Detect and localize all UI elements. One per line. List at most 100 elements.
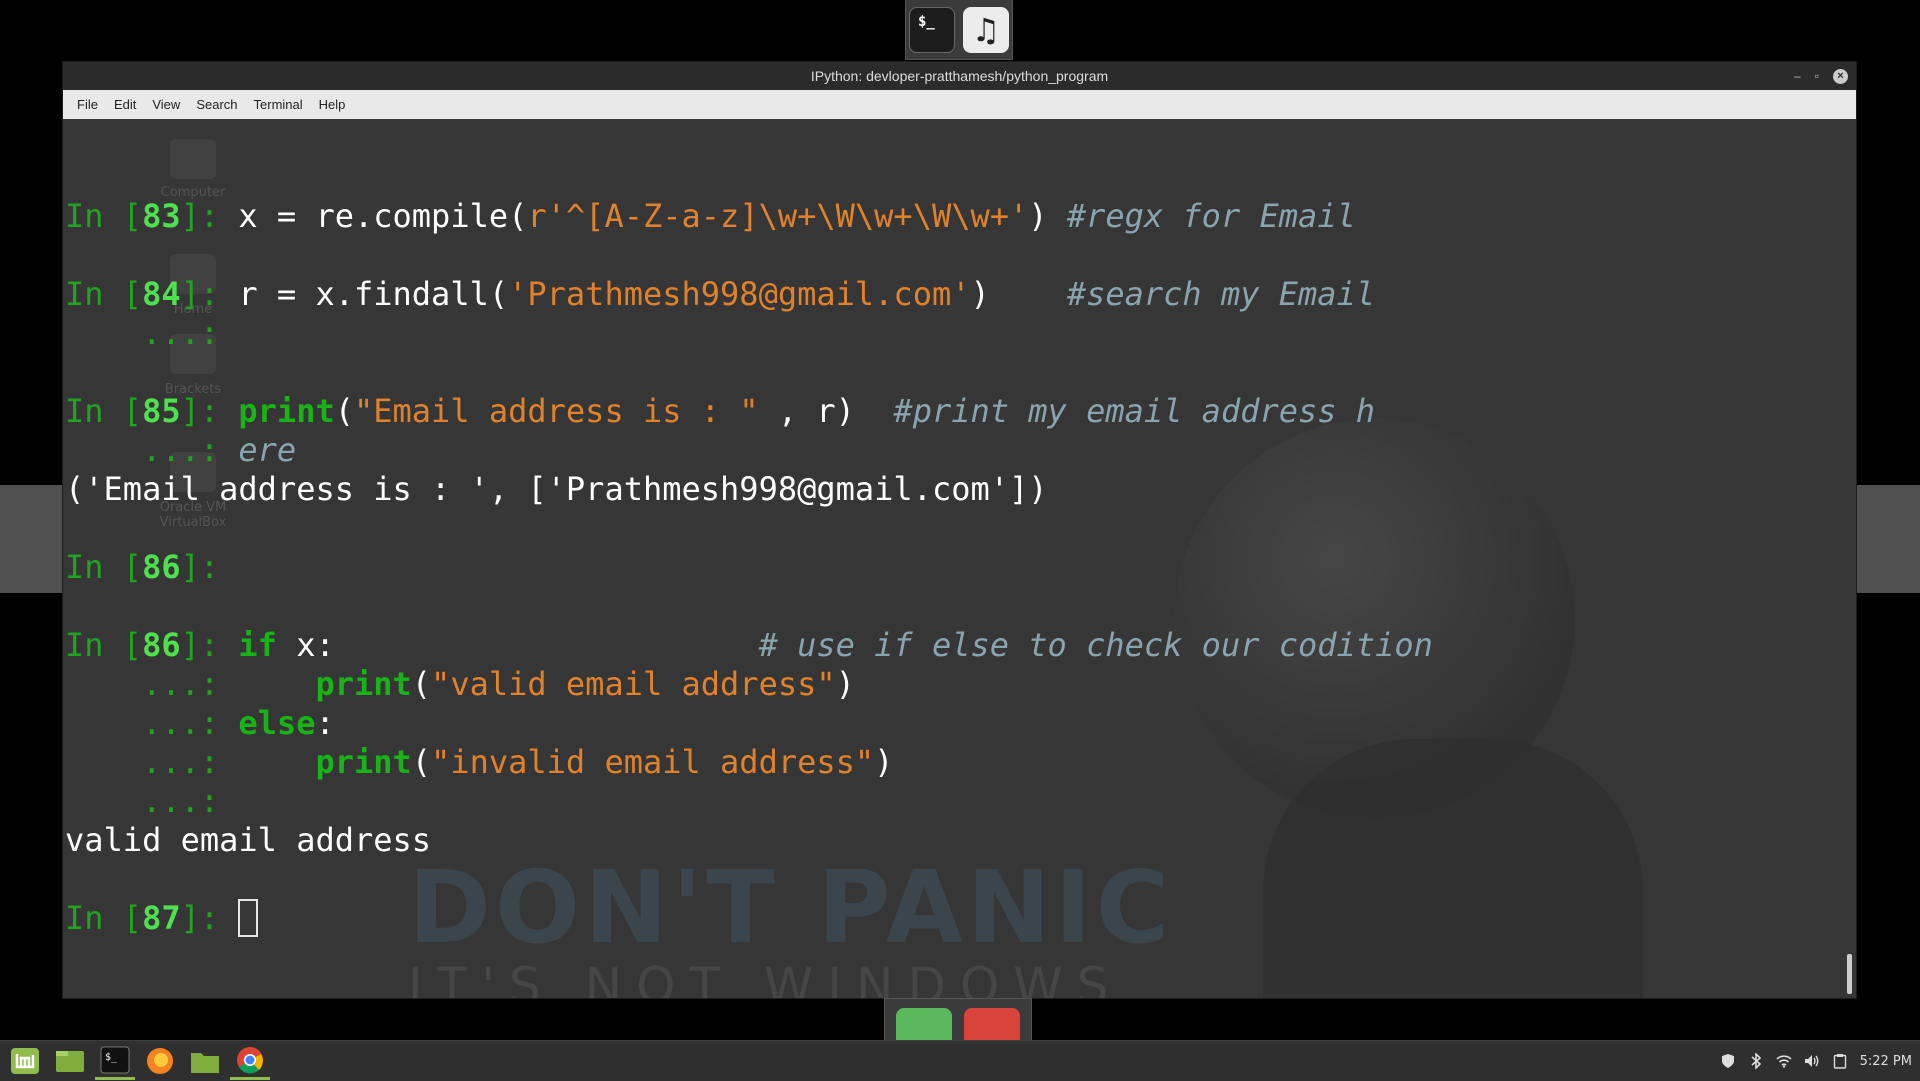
window-title: IPython: devloper-pratthamesh/python_pro… <box>810 68 1109 84</box>
shield-icon[interactable] <box>1720 1053 1736 1069</box>
code-text: ( <box>411 743 432 781</box>
bottom-dock <box>884 998 1032 1040</box>
menu-search[interactable]: Search <box>188 90 245 119</box>
terminal-line: In [86]: <box>65 548 1433 587</box>
menu-help[interactable]: Help <box>311 90 354 119</box>
accessibility-launcher-icon[interactable] <box>896 1008 952 1040</box>
close-icon[interactable]: × <box>1833 68 1848 84</box>
chrome-taskbar-icon[interactable] <box>230 1042 270 1080</box>
volume-icon[interactable] <box>1804 1053 1820 1069</box>
prompt-number: 86 <box>142 626 181 664</box>
terminal-launcher-icon[interactable]: $_ <box>909 6 955 53</box>
string-literal: "valid email address" <box>431 665 836 703</box>
terminal-line: In [83]: x = re.compile(r'^[A-Z-a-z]\w+\… <box>65 197 1433 236</box>
prompt-number: 83 <box>142 197 181 235</box>
terminal-line: In [84]: r = x.findall('Prathmesh998@gma… <box>65 275 1433 314</box>
code-text: valid email address <box>65 821 432 859</box>
menu-edit[interactable]: Edit <box>106 90 144 119</box>
bluetooth-icon[interactable] <box>1748 1053 1764 1069</box>
keyword: print <box>315 743 412 781</box>
prompt-in: ]: <box>180 548 239 586</box>
svg-text:$_: $_ <box>105 1052 118 1063</box>
prompt-in: ]: <box>180 275 239 313</box>
continuation-prompt: ...: <box>65 431 239 469</box>
continuation-prompt: ...: <box>65 782 239 820</box>
terminal-line: valid email address <box>65 821 1433 860</box>
terminal-line: ('Email address is : ', ['Prathmesh998@g… <box>65 470 1433 509</box>
continuation-prompt: ...: <box>65 314 239 352</box>
terminal-line: In [85]: print("Email address is : " , r… <box>65 392 1433 431</box>
desktop-side-panel-right <box>1857 485 1920 593</box>
terminal-cursor <box>238 899 259 937</box>
firefox-icon[interactable] <box>140 1042 180 1080</box>
code-text: ('Email address is : ', ['Prathmesh998@g… <box>65 470 1048 508</box>
mint-menu-icon[interactable] <box>5 1042 45 1080</box>
minimize-icon[interactable]: – <box>1794 69 1801 83</box>
wifi-icon[interactable] <box>1776 1053 1792 1069</box>
prompt-in: In [ <box>65 626 143 664</box>
system-tray: 5:22 PM <box>1720 1041 1912 1081</box>
clock[interactable]: 5:22 PM <box>1860 1054 1912 1069</box>
menubar: File Edit View Search Terminal Help <box>63 90 1856 120</box>
clipboard-icon[interactable] <box>1832 1053 1848 1069</box>
prompt-in: In [ <box>65 548 143 586</box>
terminal-line: In [86]: if x: # use if else to check ou… <box>65 626 1433 665</box>
keyword: print <box>315 665 412 703</box>
terminal-scrollbar[interactable] <box>1847 954 1852 994</box>
music-launcher-icon[interactable]: ♫ <box>963 6 1009 53</box>
prompt-number: 86 <box>142 548 181 586</box>
prompt-in: In [ <box>65 392 143 430</box>
terminal-window: IPython: devloper-pratthamesh/python_pro… <box>62 61 1857 999</box>
code-text: x = re.compile( <box>238 197 528 235</box>
window-titlebar[interactable]: IPython: devloper-pratthamesh/python_pro… <box>63 62 1856 90</box>
terminal-line: In [87]: <box>65 899 1433 938</box>
terminal-output: In [83]: x = re.compile(r'^[A-Z-a-z]\w+\… <box>65 119 1433 938</box>
string-literal: "invalid email address" <box>431 743 875 781</box>
files-icon[interactable] <box>185 1042 225 1080</box>
code-text: r = x.findall( <box>238 275 509 313</box>
string-literal: 'Prathmesh998@gmail.com' <box>508 275 971 313</box>
continuation-prompt: ...: <box>65 743 239 781</box>
menu-view[interactable]: View <box>144 90 188 119</box>
maximize-icon[interactable]: ▫ <box>1815 69 1819 83</box>
prompt-in: In [ <box>65 899 143 937</box>
continuation-prompt: ...: <box>65 704 239 742</box>
terminal-taskbar-icon[interactable]: $_ <box>95 1042 135 1080</box>
code-text: ) <box>1028 197 1067 235</box>
desktop-side-panel-left <box>0 485 62 593</box>
prompt-in: ]: <box>180 899 239 937</box>
prompt-in: In [ <box>65 275 143 313</box>
prompt-number: 87 <box>142 899 181 937</box>
terminal-area[interactable]: Computer Home Brackets Oracle VM Virtual… <box>63 119 1856 998</box>
prompt-in: ]: <box>180 626 239 664</box>
comment: #regx for Email <box>1066 197 1356 235</box>
code-text: , r) <box>758 392 894 430</box>
comment: #search my Email <box>1066 275 1376 313</box>
prompt-number: 84 <box>142 275 181 313</box>
show-desktop-icon[interactable] <box>50 1042 90 1080</box>
window-controls: – ▫ × <box>1794 62 1848 90</box>
chrome-launcher-icon[interactable] <box>964 1008 1020 1040</box>
menu-file[interactable]: File <box>69 90 106 119</box>
code-text: x: <box>276 626 759 664</box>
keyword: else <box>238 704 316 742</box>
code-text: ) <box>970 275 1067 313</box>
terminal-line: ...: print("valid email address") <box>65 665 1433 704</box>
prompt-in: ]: <box>180 197 239 235</box>
wallpaper-not-windows: IT'S NOT WINDOWS <box>408 957 1123 998</box>
code-text: ( <box>334 392 354 430</box>
comment: # use if else to check our codition <box>758 626 1433 664</box>
top-dock: $_ ♫ <box>905 0 1013 60</box>
terminal-line: ...: print("invalid email address") <box>65 743 1433 782</box>
prompt-in: In [ <box>65 197 143 235</box>
code-text: ) <box>835 665 855 703</box>
menu-terminal[interactable]: Terminal <box>246 90 311 119</box>
terminal-line: ...: else: <box>65 704 1433 743</box>
comment: #print my email address h <box>893 392 1376 430</box>
